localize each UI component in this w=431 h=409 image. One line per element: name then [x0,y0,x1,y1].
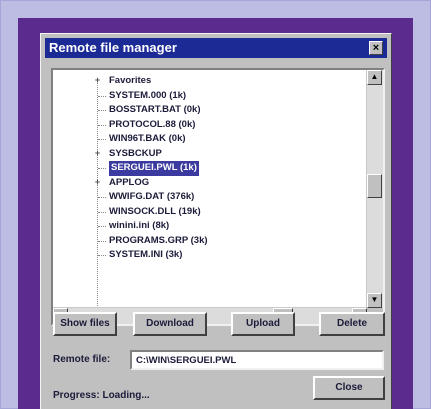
tree-connector [98,255,106,256]
scroll-up-icon[interactable]: ▲ [367,70,382,85]
tree-item-label: APPLOG [109,176,150,188]
tree-connector [98,124,106,126]
tree-item-label: SYSBCKUP [109,147,162,159]
expand-toggle-icon[interactable]: + [93,76,102,85]
expand-toggle-icon[interactable]: + [93,177,102,187]
tree-item-file[interactable]: WWIFG.DAT (376k) [53,190,365,205]
vertical-scroll-thumb[interactable] [367,174,382,198]
tree-connector [98,168,106,169]
tree-item-label: BOSSTART.BAT (0k) [109,104,201,115]
tree-connector [98,139,106,140]
progress-status: Progress: Loading... [53,390,150,401]
close-window-button[interactable]: × [369,41,383,55]
tree-item-label: SYSTEM.INI (3k) [109,249,183,260]
tree-item-favorites[interactable]: + Favorites [53,74,365,89]
tree-item-label: PROTOCOL.88 (0k) [109,118,196,130]
upload-button[interactable]: Upload [231,312,295,336]
tree-item-file[interactable]: winini.ini (8k) [53,219,365,234]
remote-file-input[interactable] [130,350,384,370]
tree-connector [98,211,106,213]
tree-item-file[interactable]: SYSTEM.INI (3k) [53,248,365,263]
window-title: Remote file manager [49,40,177,55]
expand-toggle-icon[interactable]: + [93,148,102,158]
remote-file-label: Remote file: [53,354,111,365]
tree-item-label: WWIFG.DAT (376k) [109,191,195,202]
tree-item-sysbckup[interactable]: + SYSBCKUP [53,147,365,162]
download-button[interactable]: Download [133,312,207,336]
tree-item-applog[interactable]: + APPLOG [53,176,365,191]
tree-item-label: Favorites [109,75,152,86]
tree-item-label: SERGUEI.PWL (1k) [109,161,199,176]
tree-item-file[interactable]: WIN96T.BAK (0k) [53,132,365,147]
tree-item-label: WINSOCK.DLL (19k) [109,205,201,217]
tree-item-label: winini.ini (8k) [109,220,170,231]
tree-list: + Favorites SYSTEM.000 (1k) BOSSTART.BAT… [53,74,365,263]
tree-connector [98,110,106,111]
scroll-down-icon[interactable]: ▼ [367,293,382,308]
file-tree[interactable]: + Favorites SYSTEM.000 (1k) BOSSTART.BAT… [51,68,385,326]
tree-connector [98,95,106,97]
tree-connector [98,226,106,227]
delete-button[interactable]: Delete [319,312,385,336]
tree-item-file[interactable]: SYSTEM.000 (1k) [53,89,365,104]
vertical-scrollbar[interactable]: ▲ ▼ [366,70,383,308]
close-button[interactable]: Close [313,376,385,400]
tree-item-file[interactable]: WINSOCK.DLL (19k) [53,205,365,220]
title-bar[interactable]: Remote file manager × [45,38,387,58]
tree-connector [98,197,106,198]
tree-item-file[interactable]: PROGRAMS.GRP (3k) [53,234,365,249]
tree-item-label: SYSTEM.000 (1k) [109,89,187,101]
tree-item-file[interactable]: BOSSTART.BAT (0k) [53,103,365,118]
show-files-button[interactable]: Show files [53,312,117,336]
remote-file-manager-window: Remote file manager × + Favorites SYSTEM… [40,33,392,409]
tree-item-label: WIN96T.BAK (0k) [109,133,186,144]
tree-connector [98,240,106,242]
tree-item-label: PROGRAMS.GRP (3k) [109,234,208,246]
tree-item-file[interactable]: PROTOCOL.88 (0k) [53,118,365,133]
tree-item-selected-file[interactable]: SERGUEI.PWL (1k) [53,161,365,176]
